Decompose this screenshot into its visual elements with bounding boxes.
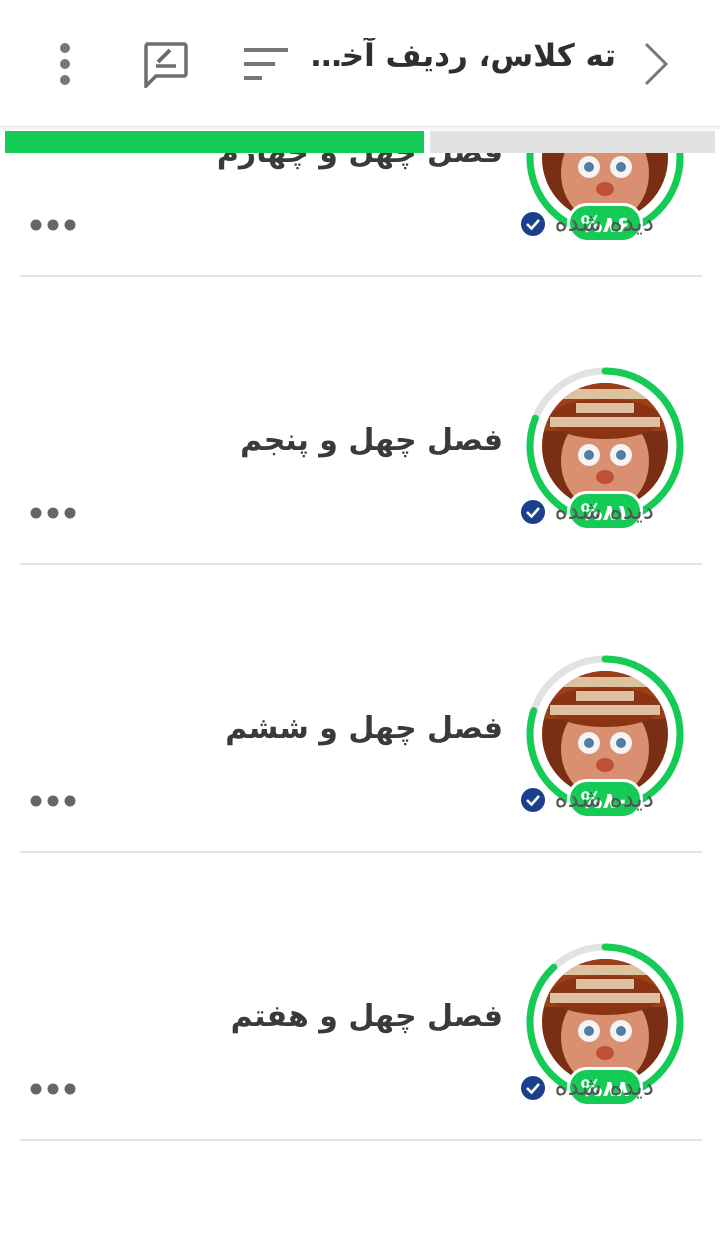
chapter-item[interactable]: %۸۰ فصل چهل و ششم دیده شده xyxy=(0,637,720,925)
sort-icon[interactable] xyxy=(244,44,290,84)
more-options-icon[interactable] xyxy=(30,1082,76,1096)
chapter-title[interactable]: فصل چهل و هفتم xyxy=(143,999,503,1034)
chapter-item[interactable]: %۸۶فصل چهل و چهارمدیده شده xyxy=(0,153,720,349)
seen-check-icon xyxy=(521,788,545,812)
seen-status: دیده شده xyxy=(554,208,654,237)
divider xyxy=(20,851,702,853)
note-edit-icon[interactable] xyxy=(140,40,190,88)
divider xyxy=(20,1139,702,1141)
chapter-title[interactable]: فصل چهل و چهارم xyxy=(143,153,503,170)
seen-check-icon xyxy=(521,500,545,524)
seen-status: دیده شده xyxy=(554,1072,654,1101)
chapter-item[interactable]: %۸۸ فصل چهل و هفتم دیده شده xyxy=(0,925,720,1213)
book-progress-bar xyxy=(5,131,715,153)
chapter-title[interactable]: فصل چهل و ششم xyxy=(143,711,503,746)
divider xyxy=(20,563,702,565)
seen-status: دیده شده xyxy=(554,784,654,813)
seen-check-icon xyxy=(521,212,545,236)
chapter-item[interactable]: %۸۱ فصل چهل و پنجم دیده شده xyxy=(0,349,720,637)
seen-status: دیده شده xyxy=(554,496,654,525)
chapter-title[interactable]: فصل چهل و پنجم xyxy=(143,423,503,458)
more-options-icon[interactable] xyxy=(30,506,76,520)
chapter-list[interactable]: %۸۶فصل چهل و چهارمدیده شده%۸۱فصل چهل و پ… xyxy=(0,153,720,1233)
back-chevron-icon[interactable] xyxy=(640,40,670,88)
progress-fill xyxy=(5,131,430,153)
more-vertical-icon[interactable] xyxy=(50,40,80,88)
more-options-icon[interactable] xyxy=(30,794,76,808)
divider xyxy=(20,275,702,277)
page-title: ته کلاس، ردیف آخر،... xyxy=(296,38,616,74)
app-bar: ته کلاس، ردیف آخر،... xyxy=(0,0,720,127)
more-options-icon[interactable] xyxy=(30,218,76,232)
seen-check-icon xyxy=(521,1076,545,1100)
